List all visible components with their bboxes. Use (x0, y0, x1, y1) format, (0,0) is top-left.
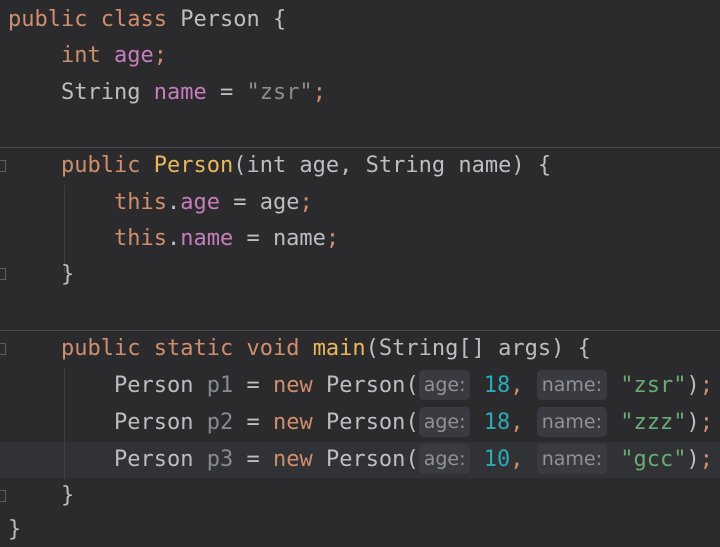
keyword: class (100, 7, 167, 32)
class-name: Person (325, 447, 406, 472)
fold-marker-icon[interactable] (0, 343, 6, 355)
operator: = (246, 226, 260, 251)
operator: = (219, 80, 234, 105)
field-identifier: age (113, 43, 154, 68)
number-literal: 10 (483, 447, 511, 472)
string-literal: "zzz" (620, 410, 687, 435)
fold-marker-icon[interactable] (0, 490, 6, 502)
keyword: static (153, 336, 234, 361)
dot: . (166, 226, 181, 251)
brace: { (272, 7, 287, 32)
string-literal: "zsr" (246, 80, 313, 105)
keyword: public (60, 153, 141, 178)
code-line[interactable]: this.name = name; (8, 221, 339, 257)
code-line[interactable]: int age; (8, 38, 167, 74)
keyword: int (60, 43, 101, 68)
keyword: public (60, 336, 141, 361)
operator: = (246, 410, 260, 435)
keyword: void (246, 336, 300, 361)
parameter-list: (String[] args) { (365, 336, 591, 361)
parameter-hint: age: (418, 407, 471, 437)
code-line[interactable]: public static void main(String[] args) { (8, 331, 591, 367)
semicolon: ; (699, 373, 714, 398)
brace: } (60, 483, 75, 508)
number-literal: 18 (483, 410, 511, 435)
code-line[interactable]: Person p1 = new Person(age: 18, name: "z… (8, 368, 713, 404)
field-identifier: name (180, 226, 234, 251)
code-line[interactable]: public Person(int age, String name) { (8, 148, 551, 184)
type-name: Person (113, 447, 194, 472)
keyword: this (113, 190, 167, 215)
code-line[interactable]: } (8, 478, 74, 514)
constructor-name: Person (153, 153, 234, 178)
fold-marker-icon[interactable] (0, 268, 6, 280)
semicolon: ; (312, 80, 326, 105)
class-name: Person (180, 7, 260, 32)
code-editor[interactable]: public class Person { int age; String na… (0, 0, 720, 547)
code-line[interactable]: } (8, 257, 74, 293)
keyword: this (113, 226, 167, 251)
type-name: String (60, 80, 141, 105)
code-line[interactable]: } (8, 512, 21, 547)
parameter-hint: age: (418, 370, 471, 400)
keyword: new (272, 373, 313, 398)
variable-identifier: p1 (206, 373, 234, 398)
class-name: Person (325, 373, 406, 398)
parameter-identifier: name (272, 226, 326, 251)
code-line[interactable]: Person p3 = new Person(age: 10, name: "g… (8, 442, 713, 478)
keyword: new (272, 410, 313, 435)
parameter-hint: name: (536, 444, 608, 474)
semicolon: ; (299, 190, 313, 215)
operator: = (246, 373, 260, 398)
variable-identifier: p2 (206, 410, 234, 435)
semicolon: ; (325, 226, 340, 251)
dot: . (166, 190, 181, 215)
parameter-list: (int age, String name) { (233, 153, 552, 178)
class-name: Person (325, 410, 406, 435)
keyword: public (8, 7, 88, 32)
string-literal: "zsr" (620, 373, 687, 398)
field-identifier: age (180, 190, 220, 215)
parameter-hint: name: (536, 370, 608, 400)
string-literal: "gcc" (620, 447, 687, 472)
parameter-identifier: age (259, 190, 300, 215)
type-name: Person (113, 373, 194, 398)
number-literal: 18 (483, 373, 511, 398)
code-line[interactable]: this.age = age; (8, 185, 313, 221)
brace: } (8, 517, 22, 542)
semicolon: ; (699, 447, 714, 472)
code-line[interactable]: public class Person { (8, 2, 286, 38)
operator: = (246, 447, 260, 472)
fold-marker-icon[interactable] (0, 160, 6, 172)
semicolon: ; (699, 410, 714, 435)
parameter-hint: name: (536, 407, 608, 437)
keyword: new (272, 447, 313, 472)
parameter-hint: age: (418, 444, 471, 474)
semicolon: ; (153, 43, 167, 68)
operator: = (233, 190, 247, 215)
brace: } (60, 262, 75, 287)
code-line[interactable]: Person p2 = new Person(age: 18, name: "z… (8, 405, 713, 441)
method-name: main (312, 336, 366, 361)
field-identifier: name (153, 80, 207, 105)
variable-identifier: p3 (206, 447, 234, 472)
type-name: Person (113, 410, 194, 435)
code-line[interactable]: String name = "zsr"; (8, 75, 326, 111)
